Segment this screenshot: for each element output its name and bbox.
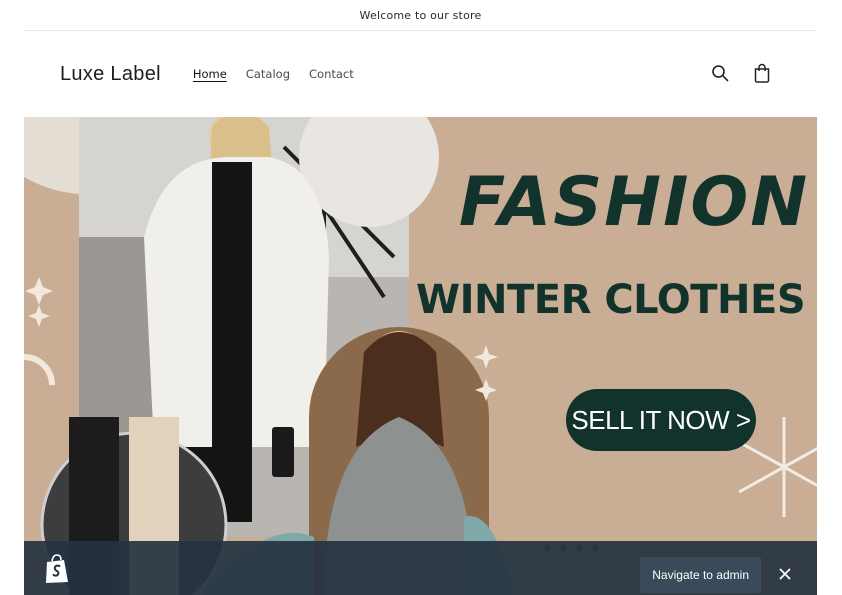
- announcement-text: Welcome to our store: [359, 8, 482, 22]
- header-icons: [709, 62, 773, 84]
- announcement-bar: Welcome to our store: [24, 0, 817, 31]
- site-header: Luxe Label Home Catalog Contact: [24, 31, 817, 117]
- store-logo[interactable]: Luxe Label: [60, 63, 161, 86]
- search-icon[interactable]: [709, 62, 731, 84]
- cart-icon[interactable]: [751, 62, 773, 84]
- nav-home[interactable]: Home: [193, 67, 227, 81]
- close-icon[interactable]: [777, 566, 793, 582]
- hero-subheadline: WINTER CLOTHES: [416, 277, 806, 323]
- nav-contact[interactable]: Contact: [309, 67, 354, 81]
- shopify-bag-icon[interactable]: [44, 554, 70, 584]
- hero-banner[interactable]: FASHION WINTER CLOTHES SELL IT NOW >: [24, 117, 817, 595]
- hero-text-overlay: FASHION WINTER CLOTHES SELL IT NOW >: [24, 117, 817, 595]
- storefront-page: Welcome to our store Luxe Label Home Cat…: [24, 0, 817, 595]
- nav-catalog[interactable]: Catalog: [246, 67, 290, 81]
- main-nav: Home Catalog Contact: [193, 67, 354, 81]
- sell-it-now-button[interactable]: SELL IT NOW >: [566, 389, 756, 451]
- hero-headline: FASHION: [458, 163, 810, 242]
- shopify-admin-bar: Navigate to admin: [24, 541, 817, 595]
- navigate-to-admin-button[interactable]: Navigate to admin: [640, 557, 761, 593]
